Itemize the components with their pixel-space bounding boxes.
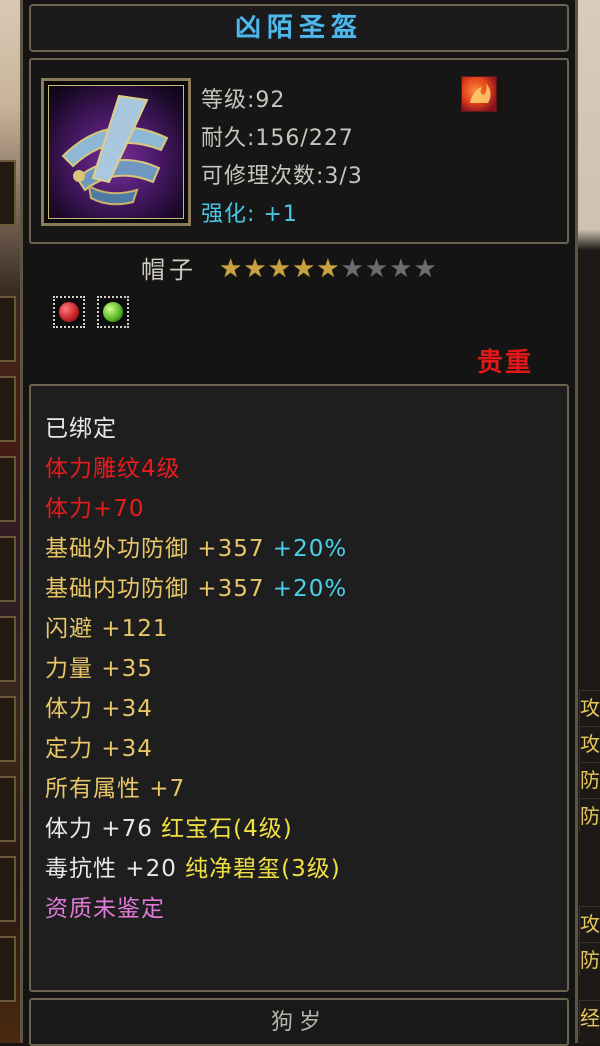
gem-slot-red [53, 296, 85, 328]
green-gem-icon [103, 302, 123, 322]
attribute-line: 闪避 +121 [45, 616, 169, 642]
attribute-line: 力量 +35 [45, 656, 153, 682]
item-icon-frame [41, 78, 191, 226]
background-left-scene [0, 0, 22, 1043]
left-hotbar-slot [0, 456, 16, 522]
gem-attribute-line: 毒抗性 +20 纯净碧玺(3级) [45, 856, 341, 882]
left-hotbar-slot [0, 856, 16, 922]
right-panel-glyph: 攻 [579, 726, 600, 761]
left-hotbar-slot [0, 536, 16, 602]
item-name-title: 凶陌圣盔 [29, 4, 569, 52]
star-filled-icon: ★ [267, 254, 292, 284]
right-panel-glyph: 防 [579, 942, 600, 977]
attribute-line: 体力 +34 [45, 696, 153, 722]
star-empty-icon: ★ [413, 254, 438, 284]
right-panel-glyph: 防 [579, 762, 600, 797]
left-hotbar-slot [0, 936, 16, 1002]
item-footer-label: 狗岁 [29, 998, 569, 1046]
fire-rune-icon [461, 76, 497, 112]
left-hotbar-slot [0, 616, 16, 682]
red-gem-icon [59, 302, 79, 322]
left-hotbar-slot [0, 160, 16, 226]
left-hotbar-slot [0, 696, 16, 762]
right-panel-glyph: 防 [579, 798, 600, 833]
background-right-panel: 攻 攻 防 防 攻 防 经 [578, 0, 600, 1043]
attribute-list: 已绑定 体力雕纹4级 体力+70 基础外功防御 +357 +20% 基础内功防御… [29, 384, 569, 992]
attribute-line: 所有属性 +7 [45, 776, 186, 802]
star-rating: ★★★★★★★★★ [219, 256, 438, 282]
right-panel-glyph: 经 [579, 1000, 600, 1035]
right-panel-glyph: 攻 [579, 906, 600, 941]
star-filled-icon: ★ [243, 254, 268, 284]
item-header-box: 等级:92 耐久:156/227 可修理次数:3/3 强化: +1 [29, 58, 569, 244]
item-type-label: 帽子 [141, 256, 197, 284]
left-hotbar-slot [0, 776, 16, 842]
item-rarity: 贵重 [477, 348, 534, 378]
star-filled-icon: ★ [316, 254, 341, 284]
item-durability: 耐久:156/227 [201, 126, 354, 151]
aptitude-status: 资质未鉴定 [45, 896, 165, 922]
helmet-icon-art [61, 94, 169, 206]
star-empty-icon: ★ [340, 254, 365, 284]
star-filled-icon: ★ [291, 254, 317, 284]
attribute-line: 体力雕纹4级 [45, 456, 181, 482]
item-tooltip: 凶陌圣盔 等级:92 耐久:156/227 可修理次数:3/3 强化: +1 帽… [20, 0, 578, 1046]
attribute-line: 体力+70 [45, 496, 145, 522]
attribute-line: 基础内功防御 +357 +20% [45, 576, 348, 602]
item-level: 等级:92 [201, 88, 286, 113]
helmet-icon [48, 85, 184, 219]
attribute-line: 基础外功防御 +357 +20% [45, 536, 348, 562]
star-filled-icon: ★ [219, 254, 244, 284]
star-empty-icon: ★ [364, 254, 390, 284]
item-repair-count: 可修理次数:3/3 [201, 164, 363, 189]
gem-slot-green [97, 296, 129, 328]
item-enhance-level: 强化: +1 [201, 202, 298, 227]
bind-status: 已绑定 [45, 416, 117, 442]
attribute-line: 定力 +34 [45, 736, 153, 762]
star-empty-icon: ★ [389, 254, 414, 284]
right-panel-glyph: 攻 [579, 690, 600, 725]
gem-attribute-line: 体力 +76 红宝石(4级) [45, 816, 293, 842]
left-hotbar-slot [0, 376, 16, 442]
left-hotbar-slot [0, 296, 16, 362]
